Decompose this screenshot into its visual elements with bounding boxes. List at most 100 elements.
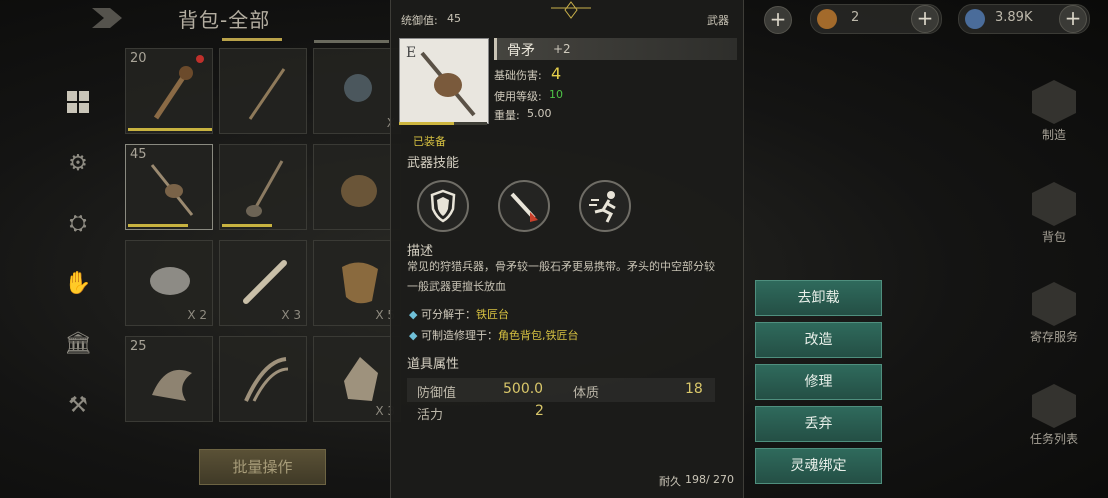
stone-item [150,267,190,295]
repair-row: ◆ 可制造修理于：角色背包,铁匠台 [409,329,579,342]
ornament-icon [551,1,591,19]
storage-label: 寄存服务 [1029,330,1078,344]
building-category-icon[interactable]: 🏛 [64,330,92,358]
durability-label: 耐久 [659,475,681,488]
inventory-slot[interactable]: X 3 [219,240,307,326]
skills-title: 武器技能 [407,156,460,171]
inventory-slot[interactable]: X [313,48,401,134]
durability-max: 270 [713,473,734,486]
inventory-slot[interactable] [313,144,401,230]
page-title: 背包-全部 [178,8,271,32]
craft-menu-item[interactable]: 制造 [1028,80,1080,143]
bone-item [243,260,287,304]
add-currency-button[interactable]: + [764,6,792,34]
gem-resource: 3.89K + [958,4,1090,34]
repair-value: 角色背包,铁匠台 [497,329,579,342]
inventory-grid: 20 X 45 X 2 X 3 X 5 25 [125,48,401,422]
storage-menu-item[interactable]: 寄存服务 [1024,282,1084,345]
gem-icon [965,9,985,29]
inventory-slot[interactable] [219,144,307,230]
quest-label: 任务列表 [1029,432,1078,446]
skill-spear-strike[interactable] [498,180,550,232]
ore-item [344,357,378,401]
weight-value: 5.00 [527,107,552,120]
defense-value: 45 [447,12,461,25]
bone-spear-icon: E [406,45,476,117]
attr-value: 18 [685,381,703,397]
coin-value: 2 [851,10,860,25]
base-damage-label: 基础伤害: [494,69,542,82]
add-gem-button[interactable]: + [1059,5,1087,33]
attr-label: 活力 [417,408,444,423]
hand-category-icon[interactable]: ✋ [64,270,92,298]
craft-label: 制造 [1041,128,1066,142]
inventory-slot[interactable] [219,336,307,422]
desc-line-1: 常见的狩猎兵器，骨矛较一般石矛更易携带。矛头的中空部分较 [407,260,715,273]
backpack-menu-item[interactable]: 背包 [1028,182,1080,245]
inventory-slot[interactable]: X 5 [313,240,401,326]
all-items-icon[interactable] [64,88,92,116]
inventory-slot-selected[interactable]: 45 [125,144,213,230]
modify-button[interactable]: 改造 [755,322,882,358]
skill-shield[interactable] [417,180,469,232]
title-underline [222,38,282,41]
gem-value: 3.89K [995,10,1033,25]
durability-fill [399,122,454,125]
anvil-icon [1032,80,1076,124]
defense-label: 统御值: [401,14,438,27]
bone-spear-item [150,164,194,216]
spear-strike-icon [510,192,538,222]
equipped-label: 已装备 [413,135,446,148]
claw-item [244,357,289,402]
sack-item [341,175,377,207]
attr-row-1: 防御值 500.0 体质 18 [407,378,715,402]
quest-scroll-icon [1032,384,1076,428]
sprint-icon [589,191,616,223]
torch-item [153,66,193,120]
inventory-slot[interactable]: 25 [125,336,213,422]
decompose-label: 可分解于： [420,308,476,321]
coin-icon [817,9,837,29]
header-divider [314,40,389,43]
gear-category-icon[interactable]: ⚙ [64,150,92,178]
back-button[interactable] [88,4,128,32]
repair-label: 可制造修理于： [420,329,498,342]
materials-category-icon[interactable]: ⛭ [64,210,92,238]
repair-button[interactable]: 修理 [755,364,882,400]
inventory-slot[interactable] [219,48,307,134]
item-detail-panel: 统御值: 45 武器 E 骨矛 +2 基础伤害: 4 使用等级: 10 重量: … [390,0,744,498]
inventory-slot[interactable]: 20 [125,48,213,134]
back-arrow-icon [92,8,122,28]
misc-category-icon[interactable]: ⚒ [64,392,92,420]
leather-item [342,262,378,304]
attr-label: 防御值 [417,386,457,401]
base-damage-value: 4 [551,64,562,83]
item-name-bar: 骨矛 +2 [494,38,737,60]
skill-sprint[interactable] [579,180,631,232]
durability-current: 198/ [685,473,710,486]
decompose-row: ◆ 可分解于：铁匠台 [409,308,509,321]
attr-row-2: 活力 2 [407,402,715,426]
soulbind-button[interactable]: 灵魂绑定 [755,448,882,484]
svg-text:E: E [406,45,416,61]
enhance-level: +2 [553,42,571,56]
batch-operation-button[interactable]: 批量操作 [199,449,326,485]
shield-icon [430,189,456,223]
add-coin-button[interactable]: + [911,5,939,33]
attr-label: 体质 [573,386,600,401]
backpack-label: 背包 [1041,230,1066,244]
decompose-value: 铁匠台 [475,308,509,321]
storage-icon [1032,282,1076,326]
weight-label: 重量: [494,109,520,122]
level-label: 使用等级: [494,90,542,103]
attr-value: 2 [535,403,544,419]
inventory-slot[interactable]: X 3 [313,336,401,422]
coin-resource: 2 + [810,4,942,34]
level-value: 10 [549,88,563,101]
quest-menu-item[interactable]: 任务列表 [1024,384,1084,447]
creature-item [152,369,192,401]
inventory-slot[interactable]: X 2 [125,240,213,326]
unequip-button[interactable]: 去卸载 [755,280,882,316]
discard-button[interactable]: 丢弃 [755,406,882,442]
desc-line-2: 一般武器更擅长放血 [407,280,506,293]
